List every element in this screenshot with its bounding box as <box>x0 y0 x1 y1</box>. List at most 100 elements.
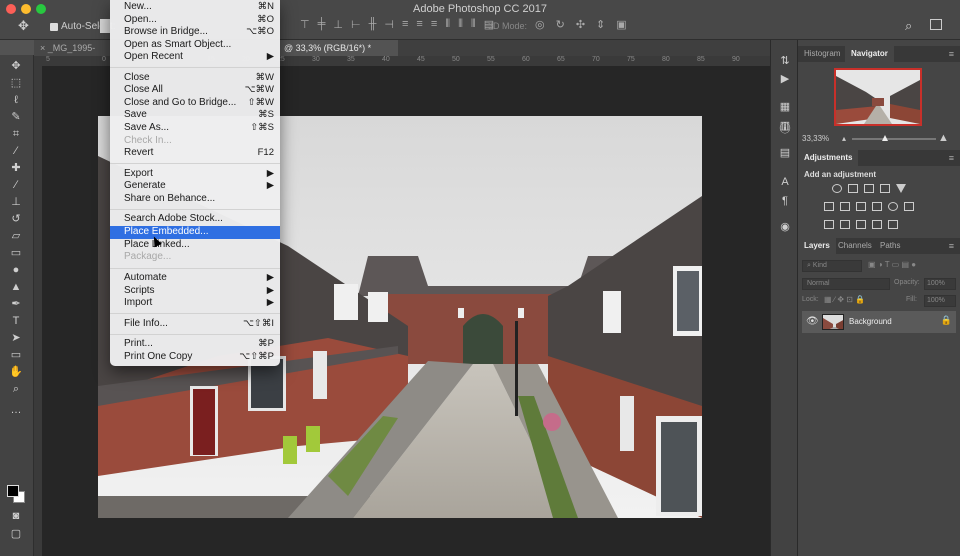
workspace-icon[interactable] <box>930 19 942 30</box>
distribute-top-icon[interactable]: ≡ <box>402 18 408 31</box>
distribute-right-icon[interactable]: ⦀ <box>471 18 476 31</box>
eyedropper-tool-icon[interactable]: ⁄ <box>8 144 24 158</box>
align-vcenter-icon[interactable]: ╪ <box>318 18 326 31</box>
menu-item-file-info[interactable]: File Info... ⌥⇧⌘I <box>110 318 280 331</box>
opacity-field[interactable]: 100% <box>924 278 956 290</box>
menu-item-export[interactable]: Export ▶ <box>110 168 280 181</box>
clone-stamp-tool-icon[interactable]: ⊥ <box>8 195 24 209</box>
hue-saturation-icon[interactable] <box>824 202 834 211</box>
color-panel-icon[interactable]: ▦ <box>779 100 791 113</box>
fill-field[interactable]: 100% <box>924 295 956 307</box>
paragraph-panel-icon[interactable]: ¶ <box>779 195 791 207</box>
tab-close-icon[interactable]: × <box>40 43 48 53</box>
move-tool-icon[interactable]: ✥ <box>18 18 29 34</box>
menu-item-generate[interactable]: Generate ▶ <box>110 180 280 193</box>
invert-icon[interactable] <box>824 220 834 229</box>
quick-select-tool-icon[interactable]: ✎ <box>8 110 24 124</box>
tab-navigator[interactable]: Navigator <box>845 46 894 62</box>
navigator-zoom-slider[interactable] <box>852 135 936 141</box>
more-tools-icon[interactable]: … <box>8 403 24 417</box>
path-select-tool-icon[interactable]: ➤ <box>8 331 24 345</box>
tab-histogram[interactable]: Histogram <box>798 46 846 62</box>
menu-item-automate[interactable]: Automate ▶ <box>110 272 280 285</box>
menu-item-browse-in-bridge[interactable]: Browse in Bridge... ⌥⌘O <box>110 26 280 39</box>
tab-channels[interactable]: Channels <box>832 238 878 254</box>
zoom-tool-icon[interactable]: ⌕ <box>8 382 24 396</box>
blur-tool-icon[interactable]: ● <box>8 263 24 277</box>
align-bottom-icon[interactable]: ⊥ <box>333 18 343 31</box>
doc-tab-1[interactable]: × _MG_1995-bewe <box>34 40 112 69</box>
dodge-tool-icon[interactable]: ▲ <box>8 280 24 294</box>
gradient-map-icon[interactable] <box>888 220 898 229</box>
distribute-hcenter-icon[interactable]: ⦀ <box>458 18 463 31</box>
align-hcenter-icon[interactable]: ╫ <box>369 18 377 31</box>
vibrance-icon[interactable] <box>896 184 906 193</box>
properties-panel-icon[interactable]: ▤ <box>779 146 791 159</box>
roll-3d-icon[interactable]: ↻ <box>556 18 565 31</box>
posterize-icon[interactable] <box>840 220 850 229</box>
color-balance-icon[interactable] <box>840 202 850 211</box>
zoom-slider-knob[interactable] <box>882 135 888 141</box>
brightness-contrast-icon[interactable] <box>832 184 842 193</box>
channel-mixer-icon[interactable] <box>888 202 898 211</box>
menu-item-place-linked[interactable]: Place Linked... <box>110 239 280 252</box>
menu-item-close-all[interactable]: Close All ⌥⌘W <box>110 84 280 97</box>
align-right-icon[interactable]: ⊣ <box>384 18 394 31</box>
marquee-tool-icon[interactable]: ⬚ <box>8 76 24 90</box>
foreground-color-swatch[interactable] <box>7 485 19 497</box>
crop-tool-icon[interactable]: ⌗ <box>8 127 24 141</box>
pen-tool-icon[interactable]: ✒ <box>8 297 24 311</box>
black-white-icon[interactable] <box>856 202 866 211</box>
distribute-vcenter-icon[interactable]: ≡ <box>416 18 422 31</box>
navigator-zoom-value[interactable]: 33,33% <box>802 134 829 143</box>
curves-icon[interactable] <box>864 184 874 193</box>
tab-paths[interactable]: Paths <box>874 238 906 254</box>
panel-menu-icon[interactable]: ≡ <box>949 153 954 163</box>
character-panel-icon[interactable]: A <box>779 176 791 188</box>
color-lookup-icon[interactable] <box>904 202 914 211</box>
lock-options-icon[interactable]: ▦ ∕ ✥ ⊡ 🔒 <box>824 295 865 304</box>
menu-item-scripts[interactable]: Scripts ▶ <box>110 285 280 298</box>
gradient-tool-icon[interactable]: ▭ <box>8 246 24 260</box>
screen-mode-icon[interactable]: ▢ <box>8 527 24 541</box>
blend-mode-dropdown[interactable]: Normal <box>802 278 890 290</box>
eraser-tool-icon[interactable]: ▱ <box>8 229 24 243</box>
menu-item-new[interactable]: New... ⌘N <box>110 1 280 14</box>
healing-brush-tool-icon[interactable]: ✚ <box>8 161 24 175</box>
brush-tool-icon[interactable]: ∕ <box>8 178 24 192</box>
history-brush-tool-icon[interactable]: ↺ <box>8 212 24 226</box>
align-left-icon[interactable]: ⊢ <box>351 18 361 31</box>
menu-item-search-adobe-stock[interactable]: Search Adobe Stock... <box>110 213 280 226</box>
actions-panel-icon[interactable]: ▶ <box>779 72 791 85</box>
zoom-out-icon[interactable]: ▴ <box>842 134 846 143</box>
exposure-icon[interactable] <box>880 184 890 193</box>
menu-item-close[interactable]: Close ⌘W <box>110 72 280 85</box>
filter-pixel-icon[interactable]: ▣ ◑ T ▭ ▤ ● <box>868 260 916 269</box>
lasso-tool-icon[interactable]: ℓ <box>8 93 24 107</box>
vertical-ruler[interactable] <box>34 66 42 556</box>
ruler-origin[interactable] <box>34 56 42 66</box>
menu-item-place-embedded[interactable]: Place Embedded... <box>110 226 280 239</box>
quick-mask-icon[interactable]: ◙ <box>8 509 24 523</box>
visibility-eye-icon[interactable]: 👁 <box>806 316 819 327</box>
menu-item-open-recent[interactable]: Open Recent ▶ <box>110 51 280 64</box>
move-tool-icon[interactable]: ✥ <box>8 59 24 73</box>
tab-adjustments[interactable]: Adjustments <box>798 150 859 166</box>
orbit-3d-icon[interactable]: ◎ <box>535 18 545 31</box>
tab-layers[interactable]: Layers <box>798 238 836 254</box>
layer-row-background[interactable]: 👁 Background 🔒 <box>802 311 956 333</box>
scale-3d-icon[interactable]: ▣ <box>616 18 626 31</box>
distribute-bottom-icon[interactable]: ≡ <box>431 18 437 31</box>
menu-item-open-smart-object[interactable]: Open as Smart Object... <box>110 39 280 52</box>
menu-item-save[interactable]: Save ⌘S <box>110 109 280 122</box>
navigator-thumbnail[interactable] <box>834 68 922 126</box>
slide-3d-icon[interactable]: ⇕ <box>596 18 605 31</box>
menu-item-close-go-bridge[interactable]: Close and Go to Bridge... ⇧⌘W <box>110 97 280 110</box>
layer-kind-dropdown[interactable]: ⌕ Kind <box>802 260 862 272</box>
align-top-icon[interactable]: ⊤ <box>300 18 310 31</box>
auto-select-target-dropdown[interactable] <box>100 19 110 33</box>
zoom-in-icon[interactable]: ▲ <box>938 132 949 144</box>
menu-item-open[interactable]: Open... ⌘O <box>110 14 280 27</box>
panel-menu-icon[interactable]: ≡ <box>949 49 954 59</box>
levels-icon[interactable] <box>848 184 858 193</box>
